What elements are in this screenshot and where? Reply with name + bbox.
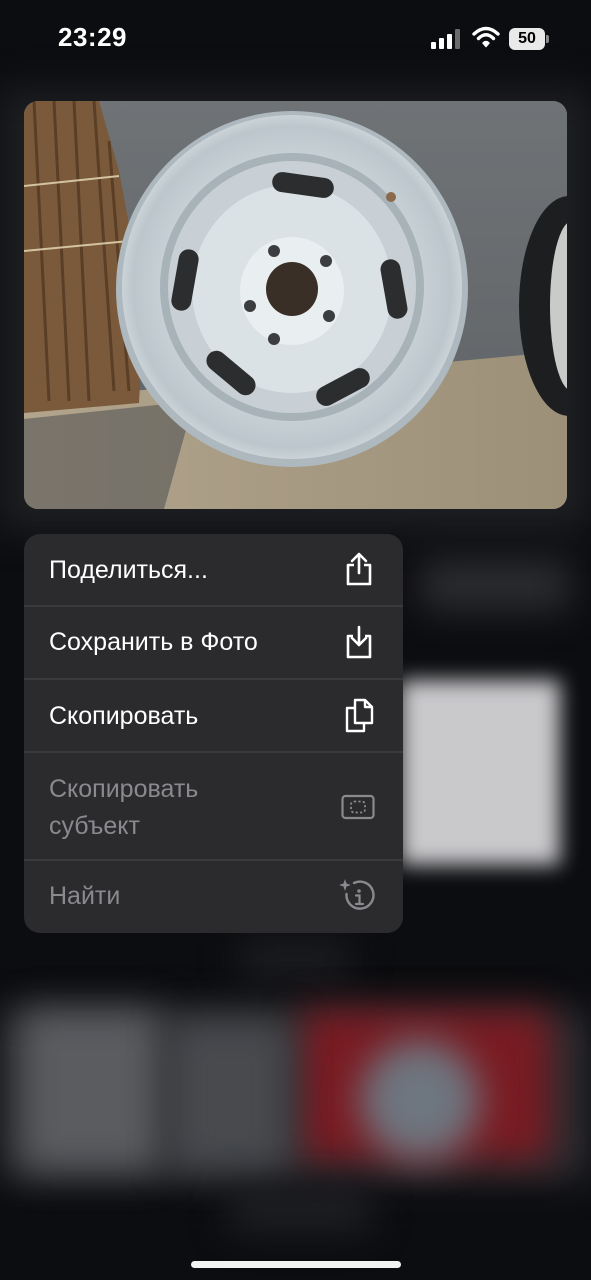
battery-level: 50 — [509, 28, 545, 50]
home-indicator[interactable] — [191, 1261, 401, 1268]
menu-item-copy-subject[interactable]: Скопировать субъект — [24, 753, 403, 859]
context-menu: Поделиться... Сохранить в Фото Скопирова… — [24, 534, 403, 933]
menu-item-save-to-photos[interactable]: Сохранить в Фото — [24, 607, 403, 678]
visual-lookup-icon — [339, 879, 375, 910]
status-time: 23:29 — [58, 22, 127, 52]
menu-item-label: Поделиться... — [49, 556, 208, 584]
menu-item-copy[interactable]: Скопировать — [24, 680, 403, 751]
menu-item-label: Сохранить в Фото — [49, 628, 258, 656]
wifi-icon — [472, 26, 500, 48]
blurred-bottom-bar — [230, 1190, 370, 1230]
menu-item-label: Найти — [49, 882, 121, 910]
copy-subject-icon — [341, 794, 375, 820]
cellular-signal-icon — [431, 29, 460, 49]
share-icon — [346, 552, 372, 586]
menu-item-label: Скопировать субъект — [49, 775, 199, 840]
menu-item-label: Скопировать — [49, 702, 199, 730]
battery-icon: 50 — [509, 28, 549, 50]
wheel-rim-image — [24, 101, 567, 509]
blurred-thumbnail-2 — [170, 1020, 290, 1170]
menu-item-find[interactable]: Найти — [24, 861, 403, 933]
blurred-thumbnail-1 — [20, 1010, 160, 1170]
save-to-photos-icon — [346, 625, 372, 659]
copy-icon — [345, 698, 374, 733]
status-bar: 23:29 50 — [0, 0, 591, 80]
blurred-wheel-thumbnail — [360, 1040, 480, 1160]
blurred-toolbar — [420, 560, 570, 610]
menu-item-share[interactable]: Поделиться... — [24, 534, 403, 605]
blurred-label — [240, 940, 350, 980]
photo-preview[interactable] — [24, 101, 567, 509]
blurred-white-thumbnail — [400, 680, 560, 865]
